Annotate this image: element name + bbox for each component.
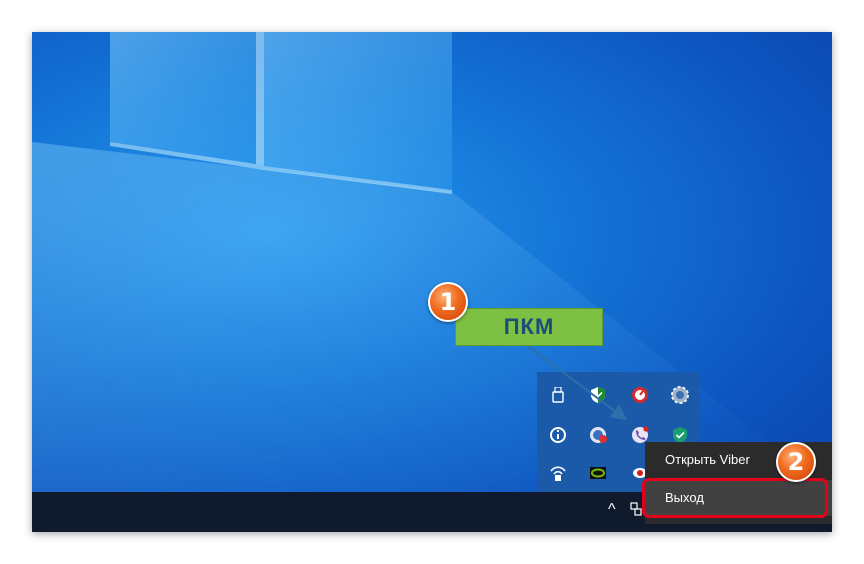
- step-1-badge: 1: [428, 282, 468, 322]
- step-2-badge: 2: [776, 442, 816, 482]
- callout-label-rmb: ПКМ: [455, 308, 603, 346]
- exit-highlight-frame: [642, 478, 828, 518]
